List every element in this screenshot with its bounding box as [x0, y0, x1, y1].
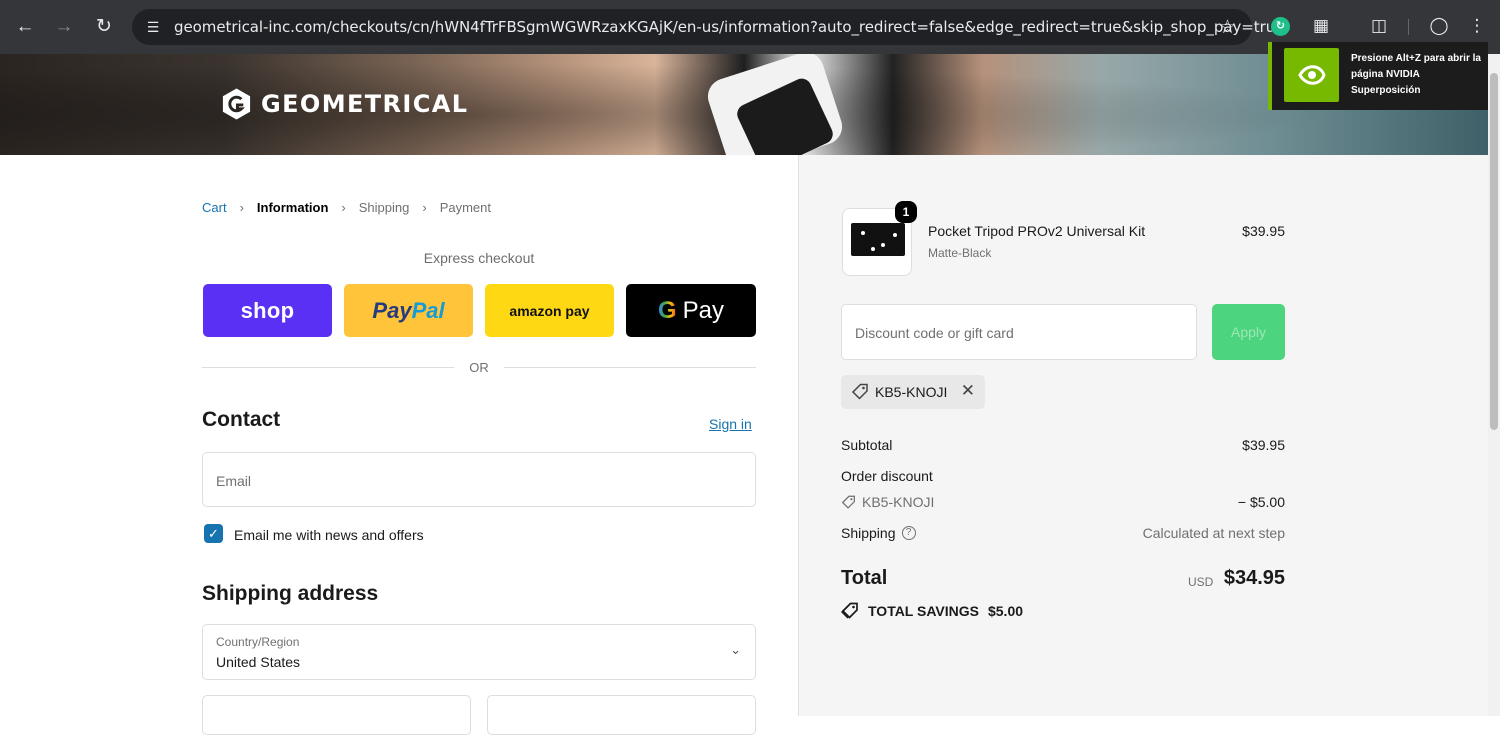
order-discount-code: KB5-KNOJI — [862, 494, 935, 510]
nvidia-overlay-toast[interactable]: Presione Alt+Z para abrir la página NVID… — [1268, 42, 1488, 110]
toolbar-divider — [1408, 19, 1409, 35]
scrollbar-thumb[interactable] — [1490, 73, 1498, 430]
tab-search-icon[interactable]: ◫ — [1368, 15, 1390, 37]
divider-line — [504, 367, 756, 368]
breadcrumb-cart[interactable]: Cart — [202, 200, 227, 215]
applied-discount-code: KB5-KNOJI — [875, 384, 948, 400]
total-label: Total — [841, 567, 888, 589]
chevron-right-icon: › — [422, 200, 427, 215]
first-name-field[interactable] — [202, 695, 471, 735]
subtotal-label: Subtotal — [841, 437, 893, 453]
paypal-label-pal: Pal — [411, 297, 445, 323]
shipping-label: Shipping — [841, 525, 896, 541]
contact-heading: Contact — [202, 408, 281, 431]
tag-icon — [851, 383, 868, 400]
breadcrumb: Cart › Information › Shipping › Payment — [202, 200, 491, 215]
help-question-icon[interactable]: ? — [901, 526, 916, 540]
brand-name: GEOMETRICAL — [261, 90, 469, 118]
order-discount-value: − $5.00 — [1237, 494, 1285, 510]
profile-icon[interactable]: ◯ — [1428, 15, 1450, 37]
breadcrumb-payment: Payment — [439, 200, 492, 215]
breadcrumb-shipping: Shipping — [358, 200, 410, 215]
subtotal-value: $39.95 — [1242, 437, 1285, 453]
bookmark-star-icon[interactable]: ☆ — [1219, 16, 1236, 39]
country-region-value: United States — [216, 654, 301, 670]
paypal-label-pay: Pay — [372, 297, 412, 323]
extensions-puzzle-icon[interactable]: ▦ — [1310, 15, 1332, 37]
email-field[interactable]: Email — [202, 452, 756, 507]
shipping-row-label: Shipping ? — [841, 525, 916, 541]
remove-discount-close-icon[interactable]: ✕ — [961, 381, 975, 401]
divider-line — [202, 367, 454, 368]
total-savings-label: TOTAL SAVINGS — [868, 603, 979, 619]
chevron-right-icon: › — [239, 200, 244, 215]
paypal-button[interactable]: Pay Pal — [344, 284, 473, 337]
forward-arrow-icon[interactable]: → — [51, 14, 77, 40]
google-pay-button[interactable]: G Pay — [626, 284, 756, 337]
product-variant: Matte-Black — [928, 246, 992, 260]
shop-pay-label: shop — [240, 297, 295, 323]
url-text[interactable]: geometrical-inc.com/checkouts/cn/hWN4fTr… — [174, 18, 1284, 36]
amazon-pay-label: amazon pay — [509, 302, 590, 319]
order-discount-code-row: KB5-KNOJI — [841, 494, 934, 510]
nvidia-logo-icon — [1284, 48, 1339, 102]
menu-kebab-icon[interactable]: ⋮ — [1466, 15, 1488, 37]
discount-placeholder: Discount code or gift card — [855, 325, 1014, 341]
back-arrow-icon[interactable]: ← — [12, 14, 38, 40]
sign-in-link[interactable]: Sign in — [709, 416, 752, 432]
applied-discount-tag: KB5-KNOJI ✕ — [841, 375, 985, 409]
apply-button[interactable]: Apply — [1212, 304, 1285, 360]
discount-code-input[interactable]: Discount code or gift card — [841, 304, 1197, 360]
email-placeholder: Email — [216, 473, 252, 489]
chevron-right-icon: › — [341, 200, 346, 215]
or-divider-label: OR — [469, 360, 489, 375]
news-offers-label[interactable]: Email me with news and offers — [234, 527, 424, 543]
google-pay-label: Pay — [682, 296, 725, 324]
total-savings: TOTAL SAVINGS $5.00 — [841, 602, 1023, 620]
order-discount-label: Order discount — [841, 468, 933, 484]
country-region-label: Country/Region — [216, 635, 300, 649]
brand-logo[interactable]: GEOMETRICAL — [220, 86, 468, 122]
product-price: $39.95 — [1242, 223, 1285, 239]
tag-icon — [841, 495, 855, 509]
address-bar[interactable]: ☰ geometrical-inc.com/checkouts/cn/hWN4f… — [132, 9, 1284, 45]
breadcrumb-information: Information — [256, 200, 329, 215]
shipping-address-heading: Shipping address — [202, 582, 379, 605]
country-region-select[interactable]: Country/Region United States ⌄ — [202, 624, 756, 680]
news-offers-checkbox[interactable]: ✓ — [204, 524, 223, 543]
total-savings-value: $5.00 — [987, 603, 1024, 619]
reload-icon[interactable]: ↻ — [91, 14, 117, 40]
product-name: Pocket Tripod PROv2 Universal Kit — [928, 223, 1146, 239]
express-checkout-heading: Express checkout — [423, 250, 535, 266]
total-value: $34.95 — [1223, 567, 1285, 589]
shop-pay-button[interactable]: shop — [203, 284, 332, 337]
extension-refresh-icon[interactable]: ↻ — [1271, 17, 1290, 36]
amazon-pay-button[interactable]: amazon pay — [485, 284, 614, 337]
savings-tag-icon — [841, 602, 858, 619]
site-settings-icon[interactable]: ☰ — [144, 18, 162, 36]
google-g-icon: G — [657, 296, 677, 324]
quantity-badge: 1 — [895, 201, 917, 223]
nvidia-overlay-message: Presione Alt+Z para abrir la página NVID… — [1351, 53, 1481, 96]
last-name-field[interactable] — [487, 695, 756, 735]
shipping-value: Calculated at next step — [1142, 525, 1285, 541]
chevron-down-icon: ⌄ — [730, 642, 741, 657]
geometrical-logo-icon — [222, 88, 251, 120]
product-image — [851, 223, 905, 256]
